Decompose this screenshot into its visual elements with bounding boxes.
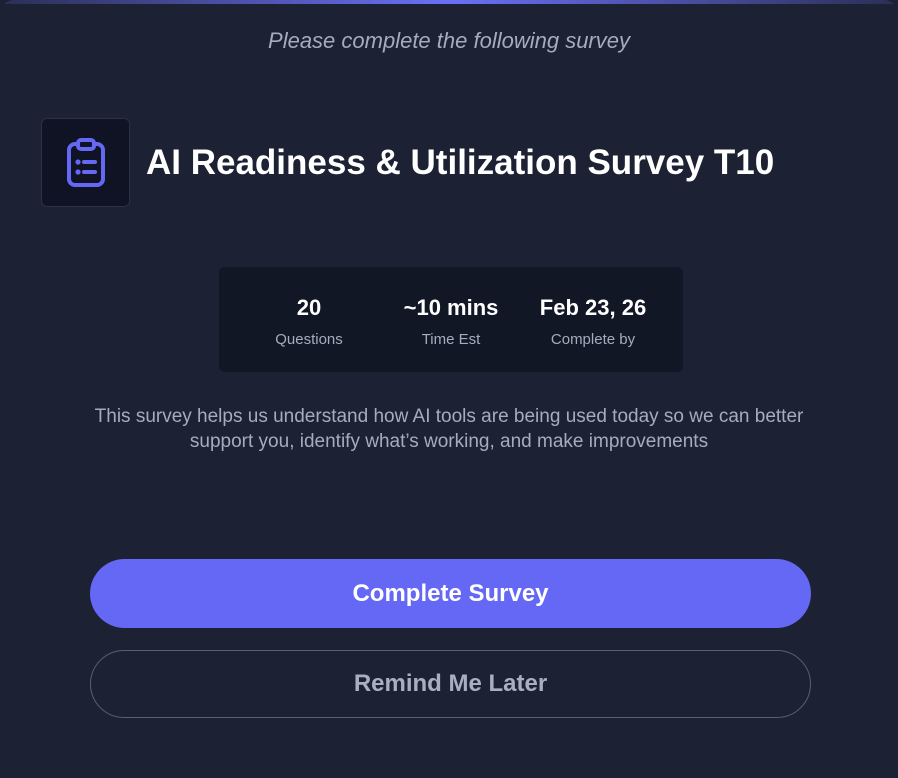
stat-time-estimate-value: ~10 mins (403, 295, 499, 320)
top-accent-bar (0, 0, 898, 4)
modal-subtitle: Please complete the following survey (268, 28, 630, 53)
stat-time-estimate: ~10 mins Time Est (381, 267, 521, 372)
complete-survey-button[interactable]: Complete Survey (90, 559, 811, 628)
stat-due-date-label: Complete by (550, 331, 636, 348)
remind-me-later-button[interactable]: Remind Me Later (90, 650, 811, 718)
survey-modal: Please complete the following survey AI … (0, 0, 898, 778)
stat-time-estimate-label: Time Est (421, 331, 481, 348)
survey-title: AI Readiness & Utilization Survey T10 (146, 142, 775, 182)
stat-due-date-value: Feb 23, 26 (539, 295, 647, 320)
survey-icon-box (41, 118, 130, 207)
stat-due-date: Feb 23, 26 Complete by (523, 267, 663, 372)
stat-questions-value: 20 (296, 295, 322, 320)
stat-questions-label: Questions (275, 331, 343, 348)
clipboard-list-icon (66, 137, 105, 187)
stat-questions: 20 Questions (239, 267, 379, 372)
survey-title-row: AI Readiness & Utilization Survey T10 (41, 117, 774, 208)
survey-description: This survey helps us understand how AI t… (94, 406, 804, 452)
survey-stats-panel: 20 Questions ~10 mins Time Est Feb 23, 2… (219, 267, 683, 372)
